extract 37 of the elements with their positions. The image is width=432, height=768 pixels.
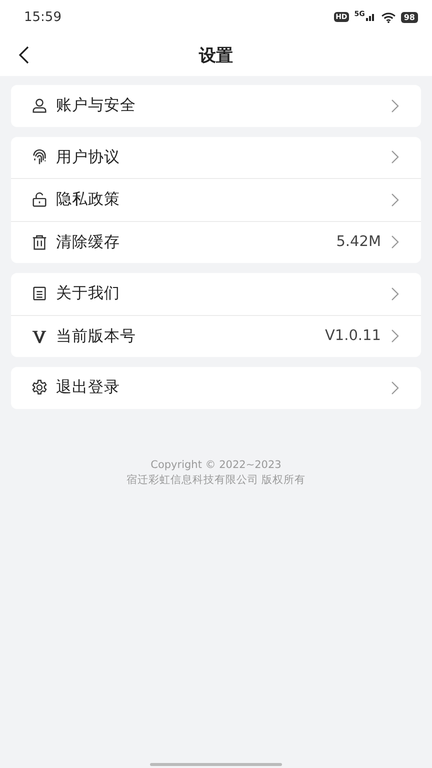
- row-label: 账户与安全: [56, 95, 137, 116]
- row-label: 当前版本号: [56, 326, 137, 347]
- row-value: 5.42M: [336, 234, 381, 250]
- chevron-icon: [391, 380, 399, 395]
- row-label: 关于我们: [56, 283, 121, 304]
- padlock-icon: [31, 191, 48, 208]
- settings-row[interactable]: 当前版本号 V1.0.11: [11, 314, 421, 357]
- row-label: 清除缓存: [56, 232, 121, 253]
- row-label: 隐私政策: [56, 189, 121, 210]
- chevron-icon: [391, 98, 399, 113]
- chevron-icon: [391, 192, 399, 207]
- chevron-icon: [391, 235, 399, 250]
- person-icon: [31, 97, 48, 114]
- status-time: 15:59: [24, 10, 62, 24]
- chevron-icon: [391, 329, 399, 344]
- battery-level: 98: [400, 12, 418, 22]
- settings-row[interactable]: 账户与安全: [11, 85, 421, 126]
- settings-icon: [31, 379, 48, 396]
- page-title: 设置: [199, 44, 233, 66]
- settings-row[interactable]: 清除缓存 5.42M: [11, 220, 421, 263]
- signal-icon: [366, 13, 376, 21]
- fingerprint-icon: [31, 148, 48, 166]
- row-label: 用户协议: [56, 146, 121, 168]
- settings-row[interactable]: 关于我们: [11, 273, 421, 314]
- company-text: 宿迁彩虹信息科技有限公司 版权所有: [126, 472, 306, 486]
- copyright-text: Copyright © 2022~2023: [150, 458, 282, 470]
- row-label: 退出登录: [56, 377, 121, 398]
- back-icon: [18, 46, 30, 64]
- settings-row[interactable]: 用户协议: [11, 136, 421, 178]
- chevron-icon: [391, 286, 399, 301]
- settings-row[interactable]: 退出登录: [11, 367, 421, 408]
- document-icon: [31, 285, 48, 302]
- chevron-icon: [391, 150, 399, 164]
- settings-row[interactable]: 隐私政策: [11, 178, 421, 220]
- wifi-icon: [380, 12, 396, 22]
- trash-icon: [31, 234, 48, 251]
- row-value: V1.0.11: [324, 328, 381, 344]
